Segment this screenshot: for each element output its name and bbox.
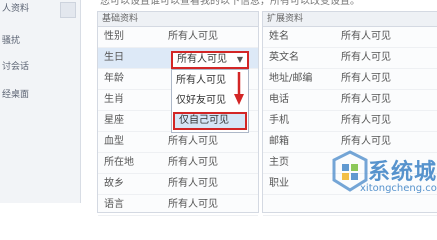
row-name: 姓名 所有人可见: [263, 27, 437, 48]
row-label: 手机: [269, 115, 289, 126]
row-label: 血型: [104, 136, 124, 147]
row-label: 邮箱: [269, 136, 289, 147]
row-location: 所在地 所有人可见: [98, 153, 258, 174]
row-label: 生肖: [104, 94, 124, 105]
basic-info-header: 基础资料: [98, 12, 258, 27]
row-phone: 电话 所有人可见: [263, 90, 437, 111]
row-label: 姓名: [269, 31, 289, 42]
row-label: 性别: [104, 31, 124, 42]
nav-scroll-indicator: [60, 2, 76, 18]
row-visibility[interactable]: 所有人可见: [168, 174, 218, 194]
row-language: 语言 所有人可见: [98, 195, 258, 216]
extended-info-header: 扩展资料: [263, 12, 437, 27]
row-label: 生日: [104, 52, 124, 63]
row-label: 英文名: [269, 52, 299, 63]
row-empty: [263, 195, 437, 216]
row-visibility[interactable]: 所有人可见: [341, 111, 391, 131]
row-label: 年龄: [104, 73, 124, 84]
row-hometown: 故乡 所有人可见: [98, 174, 258, 195]
select-value: 所有人可见: [177, 54, 227, 65]
option-only-me[interactable]: 仅自己可见: [173, 112, 247, 130]
birthday-visibility-select[interactable]: 所有人可见 ▼: [171, 51, 249, 69]
row-gender: 性别 所有人可见: [98, 27, 258, 48]
row-label: 星座: [104, 115, 124, 126]
row-label: 职业: [269, 178, 289, 189]
row-label: 主页: [269, 157, 289, 168]
row-mobile: 手机 所有人可见: [263, 111, 437, 132]
row-visibility[interactable]: 所有人可见: [341, 132, 391, 152]
row-visibility[interactable]: 所有人可见: [168, 153, 218, 173]
row-label: 所在地: [104, 157, 134, 168]
row-visibility[interactable]: 所有人可见: [168, 195, 218, 215]
watermark-name: 系统城: [368, 160, 437, 185]
arrow-down-icon: [234, 72, 244, 105]
left-sidebar: 人资料 骚扰 讨会话 经桌面: [0, 0, 81, 203]
chevron-down-icon[interactable]: ▼: [237, 53, 243, 67]
privacy-intro-text: 您可以设置谁可以查看我的以下信息，所有可以改变设置。: [100, 0, 360, 7]
watermark-url: xitongcheng.com: [360, 183, 437, 194]
row-label: 地址/邮编: [269, 73, 313, 84]
nav-item-desktop[interactable]: 经桌面: [0, 88, 82, 102]
row-visibility[interactable]: 所有人可见: [168, 27, 218, 47]
row-visibility[interactable]: 所有人可见: [341, 48, 391, 68]
row-label: 故乡: [104, 178, 124, 189]
row-address: 地址/邮编 所有人可见: [263, 69, 437, 90]
row-english-name: 英文名 所有人可见: [263, 48, 437, 69]
row-visibility[interactable]: 所有人可见: [341, 69, 391, 89]
row-label: 语言: [104, 199, 124, 210]
row-visibility[interactable]: 所有人可见: [341, 90, 391, 110]
row-label: 电话: [269, 94, 289, 105]
nav-item-harassment[interactable]: 骚扰: [0, 34, 82, 48]
row-visibility[interactable]: 所有人可见: [341, 27, 391, 47]
row-blood-type: 血型 所有人可见: [98, 132, 258, 153]
nav-item-sessions[interactable]: 讨会话: [0, 60, 82, 74]
row-visibility[interactable]: 所有人可见: [168, 132, 218, 152]
